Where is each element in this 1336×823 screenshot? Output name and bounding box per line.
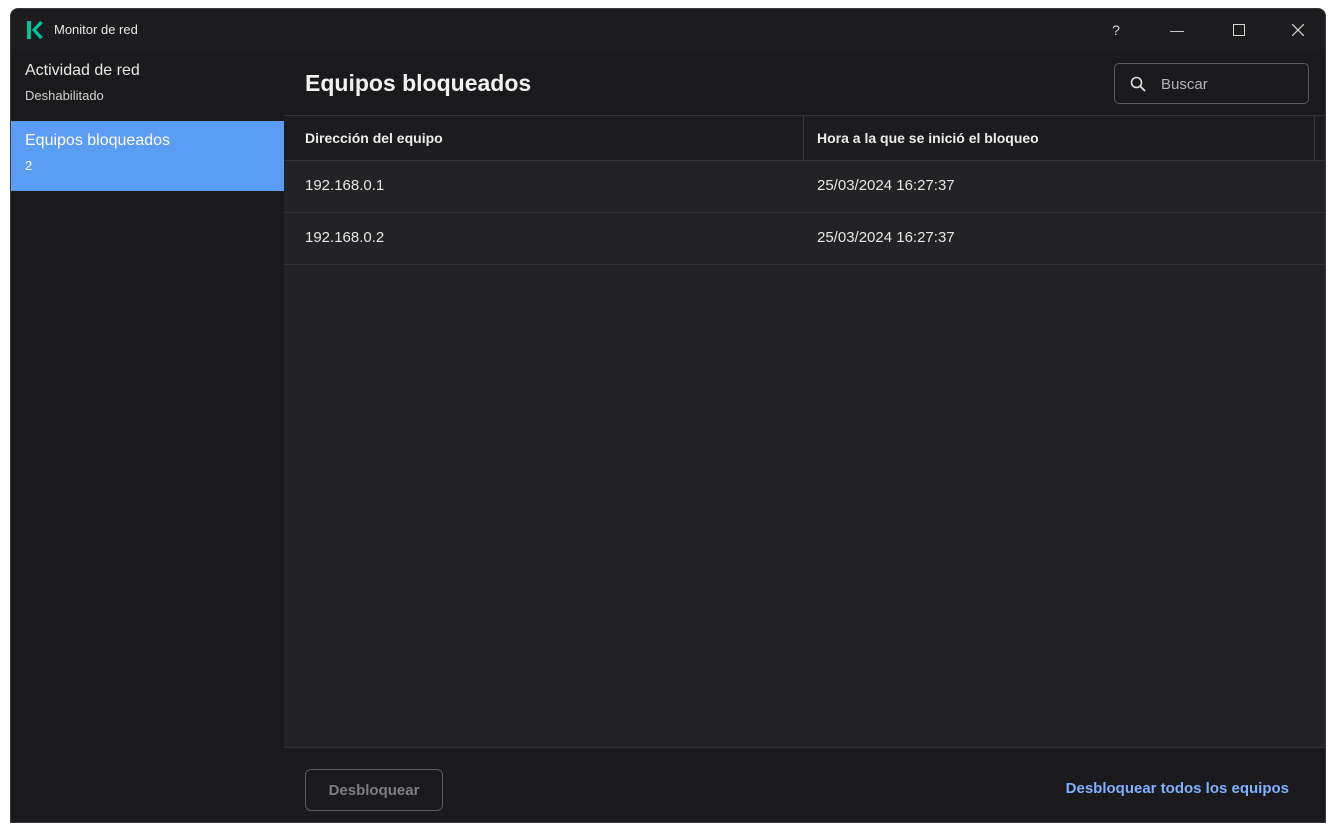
maximize-button[interactable] xyxy=(1216,9,1262,51)
unblock-button[interactable]: Desbloquear xyxy=(305,769,443,811)
maximize-icon xyxy=(1233,24,1245,36)
search-input[interactable] xyxy=(1159,72,1298,96)
help-button[interactable]: ? xyxy=(1093,9,1139,51)
column-header-address[interactable]: Dirección del equipo xyxy=(305,116,443,160)
main-header: Equipos bloqueados xyxy=(284,51,1325,116)
cell-block-time: 25/03/2024 16:27:37 xyxy=(817,229,955,246)
unblock-all-link[interactable]: Desbloquear todos los equipos xyxy=(1066,780,1289,797)
minimize-button[interactable]: — xyxy=(1154,9,1200,51)
blocked-computers-table: Dirección del equipo Hora a la que se in… xyxy=(284,116,1325,265)
help-icon: ? xyxy=(1112,22,1120,38)
sidebar-item-status: Deshabilitado xyxy=(25,88,104,103)
page-title: Equipos bloqueados xyxy=(305,70,532,96)
sidebar-item-label: Equipos bloqueados xyxy=(25,132,171,149)
search-box[interactable] xyxy=(1114,63,1309,104)
kaspersky-logo-icon xyxy=(27,21,43,39)
cell-block-time: 25/03/2024 16:27:37 xyxy=(817,177,955,194)
minimize-icon: — xyxy=(1170,22,1184,38)
column-divider[interactable] xyxy=(1314,116,1315,160)
table-row[interactable]: 192.168.0.1 25/03/2024 16:27:37 xyxy=(284,161,1325,213)
title-bar: Monitor de red ? — xyxy=(11,9,1325,52)
footer-bar: Desbloquear Desbloquear todos los equipo… xyxy=(284,747,1325,822)
app-window: Monitor de red ? — Actividad de red Desh… xyxy=(10,8,1326,823)
search-icon xyxy=(1130,76,1146,92)
column-divider[interactable] xyxy=(803,116,804,160)
cell-address: 192.168.0.2 xyxy=(305,229,385,246)
sidebar-item-network-activity[interactable]: Actividad de red Deshabilitado xyxy=(11,51,284,121)
close-icon xyxy=(1292,24,1304,36)
sidebar-item-label: Actividad de red xyxy=(25,62,140,79)
table-row[interactable]: 192.168.0.2 25/03/2024 16:27:37 xyxy=(284,213,1325,265)
main-panel: Equipos bloqueados Dirección del equipo … xyxy=(284,51,1325,822)
window-title: Monitor de red xyxy=(54,22,138,37)
cell-address: 192.168.0.1 xyxy=(305,177,385,194)
column-header-block-time[interactable]: Hora a la que se inició el bloqueo xyxy=(817,116,1039,160)
sidebar: Actividad de red Deshabilitado Equipos b… xyxy=(11,51,285,822)
sidebar-item-count: 2 xyxy=(25,158,33,173)
close-button[interactable] xyxy=(1275,9,1321,51)
table-header: Dirección del equipo Hora a la que se in… xyxy=(284,116,1325,161)
sidebar-item-blocked-computers[interactable]: Equipos bloqueados 2 xyxy=(11,121,284,191)
